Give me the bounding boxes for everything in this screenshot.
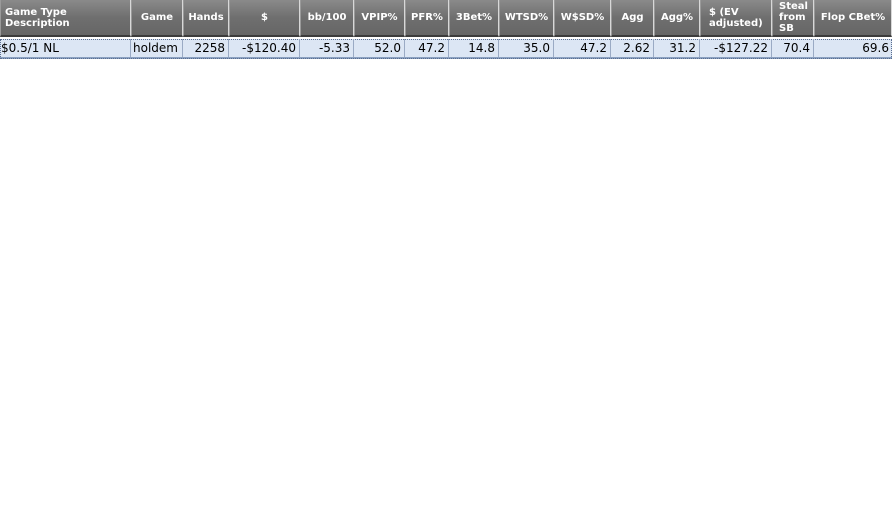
cell-steal-from-sb: 70.4 — [772, 39, 814, 57]
cell-pfr: 47.2 — [405, 39, 449, 57]
column-header-wsd[interactable]: W$SD% — [554, 0, 611, 37]
cell-3bet: 14.8 — [449, 39, 499, 57]
column-header-vpip[interactable]: VPIP% — [354, 0, 405, 37]
column-header-bb100[interactable]: bb/100 — [300, 0, 354, 37]
column-header-game-type-description[interactable]: Game Type Description — [0, 0, 131, 37]
cell-agg: 2.62 — [611, 39, 654, 57]
table-row[interactable]: $0.5/1 NL holdem 2258 -$120.40 -5.33 52.… — [0, 39, 892, 59]
cell-game-type-description: $0.5/1 NL — [0, 39, 131, 57]
column-header-wtsd[interactable]: WTSD% — [499, 0, 554, 37]
cell-bb100: -5.33 — [300, 39, 354, 57]
cell-vpip: 52.0 — [354, 39, 405, 57]
column-header-game[interactable]: Game — [131, 0, 183, 37]
column-header-flop-cbet[interactable]: Flop CBet% — [814, 0, 892, 37]
cell-flop-cbet: 69.6 — [862, 41, 889, 55]
cell-wtsd: 35.0 — [499, 39, 554, 57]
column-header-ev-adjusted[interactable]: $ (EV adjusted) — [700, 0, 772, 37]
cell-agg-pct: 31.2 — [654, 39, 700, 57]
header-row: Game Type Description Game Hands $ bb/10… — [0, 0, 892, 39]
column-header-dollars[interactable]: $ — [229, 0, 300, 37]
column-header-pfr[interactable]: PFR% — [405, 0, 449, 37]
cell-dollars: -$120.40 — [229, 39, 300, 57]
cell-hands: 2258 — [183, 39, 229, 57]
stats-grid: Game Type Description Game Hands $ bb/10… — [0, 0, 892, 59]
column-header-steal-from-sb[interactable]: Steal from SB — [772, 0, 814, 37]
column-header-3bet[interactable]: 3Bet% — [449, 0, 499, 37]
column-header-hands[interactable]: Hands — [183, 0, 229, 37]
cell-ev-adjusted: -$127.22 — [700, 39, 772, 57]
column-header-agg-pct[interactable]: Agg% — [654, 0, 700, 37]
cell-game: holdem — [131, 39, 183, 57]
cell-wsd: 47.2 — [554, 39, 611, 57]
column-header-agg[interactable]: Agg — [611, 0, 654, 37]
